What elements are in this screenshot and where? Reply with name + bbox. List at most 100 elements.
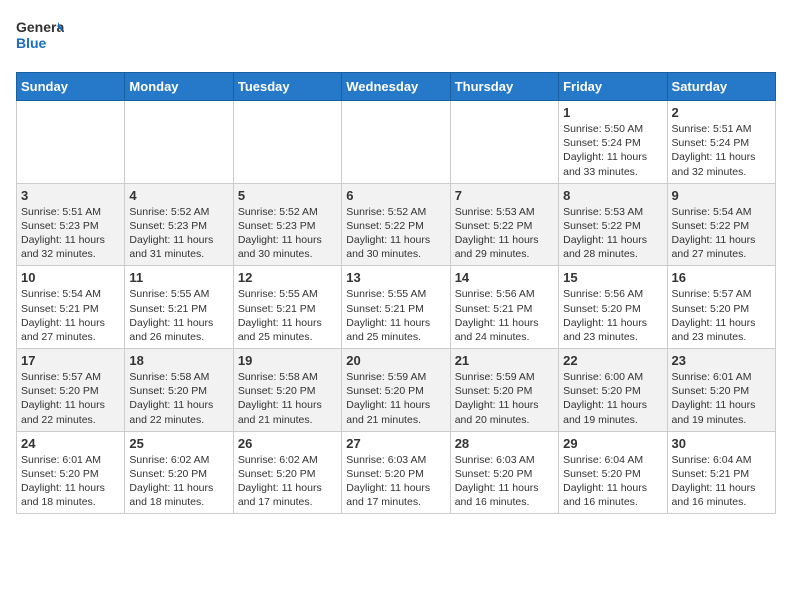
day-number: 4: [129, 188, 228, 203]
calendar-cell: 28 Sunrise: 6:03 AMSunset: 5:20 PMDayligh…: [450, 431, 558, 514]
calendar-cell: 1 Sunrise: 5:50 AMSunset: 5:24 PMDaylight…: [559, 101, 667, 184]
day-number: 1: [563, 105, 662, 120]
day-info: Sunrise: 5:54 AMSunset: 5:21 PMDaylight:…: [21, 287, 120, 344]
calendar-cell: 5 Sunrise: 5:52 AMSunset: 5:23 PMDaylight…: [233, 183, 341, 266]
calendar-cell: 9 Sunrise: 5:54 AMSunset: 5:22 PMDaylight…: [667, 183, 775, 266]
calendar-cell: 14 Sunrise: 5:56 AMSunset: 5:21 PMDayligh…: [450, 266, 558, 349]
calendar-table: SundayMondayTuesdayWednesdayThursdayFrid…: [16, 72, 776, 514]
day-number: 3: [21, 188, 120, 203]
day-info: Sunrise: 6:01 AMSunset: 5:20 PMDaylight:…: [21, 453, 120, 510]
day-info: Sunrise: 5:54 AMSunset: 5:22 PMDaylight:…: [672, 205, 771, 262]
page-header: General Blue: [16, 16, 776, 60]
day-info: Sunrise: 5:56 AMSunset: 5:21 PMDaylight:…: [455, 287, 554, 344]
calendar-cell: 11 Sunrise: 5:55 AMSunset: 5:21 PMDayligh…: [125, 266, 233, 349]
day-number: 13: [346, 270, 445, 285]
calendar-cell: 17 Sunrise: 5:57 AMSunset: 5:20 PMDayligh…: [17, 349, 125, 432]
day-number: 8: [563, 188, 662, 203]
day-number: 17: [21, 353, 120, 368]
logo: General Blue: [16, 16, 64, 60]
day-info: Sunrise: 5:57 AMSunset: 5:20 PMDaylight:…: [672, 287, 771, 344]
day-number: 23: [672, 353, 771, 368]
day-info: Sunrise: 6:00 AMSunset: 5:20 PMDaylight:…: [563, 370, 662, 427]
day-number: 25: [129, 436, 228, 451]
calendar-cell: 6 Sunrise: 5:52 AMSunset: 5:22 PMDaylight…: [342, 183, 450, 266]
calendar-cell: [233, 101, 341, 184]
day-number: 15: [563, 270, 662, 285]
day-number: 7: [455, 188, 554, 203]
calendar-cell: 26 Sunrise: 6:02 AMSunset: 5:20 PMDayligh…: [233, 431, 341, 514]
day-number: 21: [455, 353, 554, 368]
weekday-header-monday: Monday: [125, 73, 233, 101]
svg-text:Blue: Blue: [16, 35, 47, 51]
day-info: Sunrise: 5:51 AMSunset: 5:24 PMDaylight:…: [672, 122, 771, 179]
day-info: Sunrise: 5:51 AMSunset: 5:23 PMDaylight:…: [21, 205, 120, 262]
calendar-cell: [125, 101, 233, 184]
day-info: Sunrise: 5:57 AMSunset: 5:20 PMDaylight:…: [21, 370, 120, 427]
calendar-cell: 19 Sunrise: 5:58 AMSunset: 5:20 PMDayligh…: [233, 349, 341, 432]
day-info: Sunrise: 5:56 AMSunset: 5:20 PMDaylight:…: [563, 287, 662, 344]
weekday-header-sunday: Sunday: [17, 73, 125, 101]
day-info: Sunrise: 5:50 AMSunset: 5:24 PMDaylight:…: [563, 122, 662, 179]
calendar-cell: 4 Sunrise: 5:52 AMSunset: 5:23 PMDaylight…: [125, 183, 233, 266]
day-number: 14: [455, 270, 554, 285]
day-info: Sunrise: 5:55 AMSunset: 5:21 PMDaylight:…: [238, 287, 337, 344]
day-info: Sunrise: 5:58 AMSunset: 5:20 PMDaylight:…: [129, 370, 228, 427]
day-info: Sunrise: 6:04 AMSunset: 5:20 PMDaylight:…: [563, 453, 662, 510]
calendar-cell: 24 Sunrise: 6:01 AMSunset: 5:20 PMDayligh…: [17, 431, 125, 514]
day-info: Sunrise: 6:02 AMSunset: 5:20 PMDaylight:…: [238, 453, 337, 510]
day-number: 18: [129, 353, 228, 368]
day-info: Sunrise: 5:58 AMSunset: 5:20 PMDaylight:…: [238, 370, 337, 427]
calendar-cell: 13Sunrise: 5:55 AMSunset: 5:21 PMDayligh…: [342, 266, 450, 349]
day-info: Sunrise: 5:52 AMSunset: 5:23 PMDaylight:…: [129, 205, 228, 262]
weekday-header-thursday: Thursday: [450, 73, 558, 101]
weekday-header-friday: Friday: [559, 73, 667, 101]
calendar-cell: 29 Sunrise: 6:04 AMSunset: 5:20 PMDayligh…: [559, 431, 667, 514]
calendar-cell: 16 Sunrise: 5:57 AMSunset: 5:20 PMDayligh…: [667, 266, 775, 349]
day-info: Sunrise: 6:03 AMSunset: 5:20 PMDaylight:…: [455, 453, 554, 510]
weekday-header-tuesday: Tuesday: [233, 73, 341, 101]
calendar-cell: 3 Sunrise: 5:51 AMSunset: 5:23 PMDaylight…: [17, 183, 125, 266]
calendar-cell: 15 Sunrise: 5:56 AMSunset: 5:20 PMDayligh…: [559, 266, 667, 349]
calendar-cell: 8 Sunrise: 5:53 AMSunset: 5:22 PMDaylight…: [559, 183, 667, 266]
day-info: Sunrise: 6:02 AMSunset: 5:20 PMDaylight:…: [129, 453, 228, 510]
day-info: Sunrise: 5:52 AMSunset: 5:22 PMDaylight:…: [346, 205, 445, 262]
calendar-cell: 27 Sunrise: 6:03 AMSunset: 5:20 PMDayligh…: [342, 431, 450, 514]
day-info: Sunrise: 5:55 AMSunset: 5:21 PMDaylight:…: [129, 287, 228, 344]
calendar-cell: 21 Sunrise: 5:59 AMSunset: 5:20 PMDayligh…: [450, 349, 558, 432]
calendar-cell: [450, 101, 558, 184]
day-number: 28: [455, 436, 554, 451]
calendar-cell: 18 Sunrise: 5:58 AMSunset: 5:20 PMDayligh…: [125, 349, 233, 432]
calendar-cell: 20Sunrise: 5:59 AMSunset: 5:20 PMDayligh…: [342, 349, 450, 432]
calendar-cell: [342, 101, 450, 184]
day-number: 26: [238, 436, 337, 451]
day-number: 9: [672, 188, 771, 203]
calendar-cell: 22 Sunrise: 6:00 AMSunset: 5:20 PMDayligh…: [559, 349, 667, 432]
weekday-header-wednesday: Wednesday: [342, 73, 450, 101]
calendar-cell: 30 Sunrise: 6:04 AMSunset: 5:21 PMDayligh…: [667, 431, 775, 514]
calendar-cell: 10Sunrise: 5:54 AMSunset: 5:21 PMDayligh…: [17, 266, 125, 349]
day-info: Sunrise: 5:59 AMSunset: 5:20 PMDaylight:…: [455, 370, 554, 427]
day-number: 5: [238, 188, 337, 203]
day-number: 22: [563, 353, 662, 368]
day-info: Sunrise: 5:53 AMSunset: 5:22 PMDaylight:…: [455, 205, 554, 262]
day-info: Sunrise: 6:03 AMSunset: 5:20 PMDaylight:…: [346, 453, 445, 510]
logo-svg: General Blue: [16, 16, 64, 60]
day-number: 30: [672, 436, 771, 451]
calendar-cell: 2Sunrise: 5:51 AMSunset: 5:24 PMDaylight…: [667, 101, 775, 184]
calendar-cell: 25 Sunrise: 6:02 AMSunset: 5:20 PMDayligh…: [125, 431, 233, 514]
day-number: 20: [346, 353, 445, 368]
day-number: 11: [129, 270, 228, 285]
day-number: 6: [346, 188, 445, 203]
day-number: 16: [672, 270, 771, 285]
calendar-header: SundayMondayTuesdayWednesdayThursdayFrid…: [17, 73, 776, 101]
day-info: Sunrise: 6:01 AMSunset: 5:20 PMDaylight:…: [672, 370, 771, 427]
day-number: 27: [346, 436, 445, 451]
day-number: 19: [238, 353, 337, 368]
day-info: Sunrise: 6:04 AMSunset: 5:21 PMDaylight:…: [672, 453, 771, 510]
day-info: Sunrise: 5:52 AMSunset: 5:23 PMDaylight:…: [238, 205, 337, 262]
day-info: Sunrise: 5:53 AMSunset: 5:22 PMDaylight:…: [563, 205, 662, 262]
day-number: 24: [21, 436, 120, 451]
svg-text:General: General: [16, 19, 64, 35]
weekday-header-saturday: Saturday: [667, 73, 775, 101]
day-number: 29: [563, 436, 662, 451]
